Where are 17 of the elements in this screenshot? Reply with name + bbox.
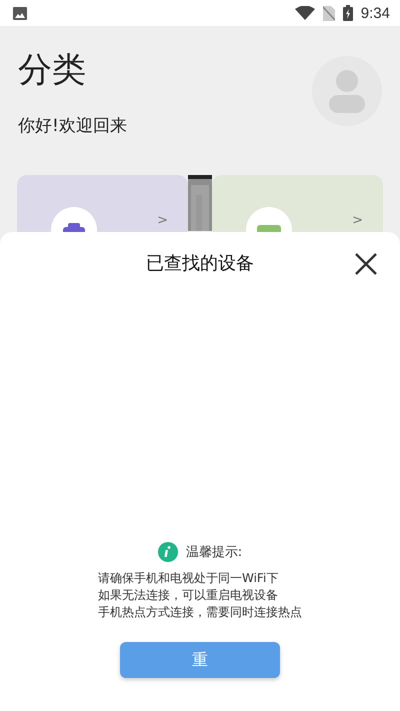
wifi-icon bbox=[294, 6, 315, 20]
person-icon bbox=[329, 69, 365, 113]
tip-text: 如果无法连接，可以重启电视设备 bbox=[98, 587, 278, 603]
greeting-text: 你好!欢迎回来 bbox=[18, 115, 128, 137]
info-icon bbox=[158, 542, 178, 562]
page-title: 分类 bbox=[18, 49, 87, 92]
tip-title: 温馨提示: bbox=[186, 544, 242, 561]
no-sim-icon bbox=[322, 6, 335, 20]
chevron: > bbox=[352, 213, 363, 228]
battery-icon bbox=[342, 5, 353, 21]
retry-button[interactable]: 重 bbox=[120, 642, 280, 678]
tip-text: 手机热点方式连接，需要同时连接热点 bbox=[98, 604, 302, 620]
close-icon[interactable] bbox=[354, 252, 378, 276]
chevron: > bbox=[157, 213, 168, 228]
image-icon bbox=[13, 6, 27, 20]
tip-text: 请确保手机和电视处于同一WiFi下 bbox=[98, 570, 278, 586]
clock-time: 9:34 bbox=[360, 4, 390, 22]
